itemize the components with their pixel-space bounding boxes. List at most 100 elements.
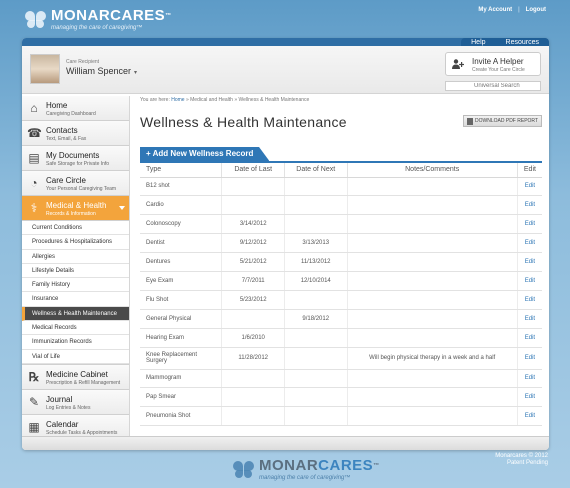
cell-notes (347, 233, 518, 254)
cell-date-of-next (284, 369, 348, 389)
edit-link[interactable]: Edit (517, 252, 542, 272)
subnav-item[interactable]: Immunization Records (22, 335, 129, 350)
sidebar-item-home[interactable]: ⌂ Home Caregiving Dashboard (22, 96, 129, 121)
cell-date-of-last: 7/7/2011 (221, 271, 285, 291)
subnav-item[interactable]: Family History (22, 278, 129, 293)
sidebar-item-care-circle[interactable]: ◔ Care Circle Your Personal Caregiving T… (22, 171, 129, 196)
journal-icon: ✎ (28, 394, 40, 409)
butterfly-logo-icon (24, 8, 48, 32)
breadcrumb-section-link[interactable]: Medical and Health (190, 97, 233, 103)
cell-date-of-last: 11/28/2012 (221, 347, 285, 370)
table-row: Hearing Exam 1/6/2010 Edit (140, 328, 542, 348)
subnav-item[interactable]: Insurance (22, 292, 129, 307)
my-account-link[interactable]: My Account (478, 7, 512, 13)
invite-helper-button[interactable]: Invite A Helper Create Your Care Circle (445, 52, 541, 76)
rx-icon: ℞ (28, 369, 40, 384)
column-header-date-of-next[interactable]: Date of Next (284, 162, 348, 178)
pdf-icon (467, 117, 474, 125)
subnav-item[interactable]: Procedures & Hospitalizations (22, 235, 129, 250)
edit-link[interactable]: Edit (517, 271, 542, 291)
cell-date-of-last (221, 369, 285, 389)
edit-link[interactable]: Edit (517, 406, 542, 427)
edit-link[interactable]: Edit (517, 369, 542, 389)
table-row: General Physical 9/18/2012 Edit (140, 309, 542, 329)
panel-footer (22, 436, 549, 450)
subnav-item[interactable]: Lifestyle Details (22, 264, 129, 279)
logout-link[interactable]: Logout (526, 7, 546, 13)
edit-link[interactable]: Edit (517, 347, 542, 370)
sidebar-item-label: Medicine Cabinet (46, 369, 108, 379)
cell-notes (347, 214, 518, 235)
cell-type: Pneumonia Shot (140, 406, 223, 427)
sidebar-item-medical-health[interactable]: ⚕ Medical & Health Records & Information (22, 196, 129, 221)
edit-link[interactable]: Edit (517, 309, 542, 329)
column-header-type[interactable]: Type (140, 162, 223, 178)
sidebar-item-contacts[interactable]: ☎ Contacts Text, Email, & Fax (22, 121, 129, 146)
cell-date-of-next (284, 195, 348, 216)
sidebar-item-medicine-cabinet[interactable]: ℞ Medicine Cabinet Prescription & Refill… (22, 364, 129, 390)
cell-notes (347, 369, 518, 389)
panel-top-bar: Help Resources (22, 38, 549, 47)
edit-link[interactable]: Edit (517, 195, 542, 216)
cell-date-of-next: 3/13/2013 (284, 233, 348, 254)
account-links: My Account | Logout (478, 7, 546, 13)
cell-notes (347, 309, 518, 329)
subnav-item[interactable]: Medical Records (22, 321, 129, 336)
column-header-notes[interactable]: Notes/Comments (347, 162, 518, 178)
cell-type: Eye Exam (140, 271, 223, 291)
subnav-item[interactable]: Allergies (22, 250, 129, 264)
care-recipient-selector[interactable]: William Spencer ▾ (66, 66, 137, 76)
cell-date-of-next (284, 290, 348, 310)
universal-search-input[interactable] (445, 81, 541, 91)
subnav-item-active[interactable]: Wellness & Health Maintenance (22, 306, 129, 322)
cell-date-of-last: 1/6/2010 (221, 328, 285, 348)
sidebar: ⌂ Home Caregiving Dashboard ☎ Contacts T… (22, 96, 130, 450)
cell-type: General Physical (140, 309, 223, 329)
main-panel: Help Resources Care Recipient William Sp… (22, 38, 549, 450)
cell-notes (347, 177, 518, 197)
sidebar-item-my-documents[interactable]: ▤ My Documents Safe Storage for Private … (22, 146, 129, 171)
cell-date-of-next: 11/13/2012 (284, 252, 348, 272)
table-row: Pneumonia Shot Edit (140, 406, 542, 427)
edit-link[interactable]: Edit (517, 387, 542, 408)
table-row: Dentist 9/12/2012 3/13/2013 Edit (140, 233, 542, 254)
cell-type: Knee Replacement Surgery (140, 347, 223, 370)
cell-date-of-next (284, 214, 348, 235)
cell-date-of-next (284, 177, 348, 197)
table-header-row: Type Date of Last Date of Next Notes/Com… (140, 162, 542, 178)
cell-date-of-next (284, 387, 348, 408)
cell-date-of-next: 12/10/2014 (284, 271, 348, 291)
caduceus-icon: ⚕ (30, 201, 38, 215)
table-row: Knee Replacement Surgery 11/28/2012 Will… (140, 347, 542, 370)
add-wellness-record-button[interactable]: + Add New Wellness Record (140, 147, 270, 161)
edit-link[interactable]: Edit (517, 328, 542, 348)
cell-date-of-last: 3/14/2012 (221, 214, 285, 235)
download-pdf-button[interactable]: DOWNLOAD PDF REPORT (463, 115, 542, 127)
medical-subnav: Current Conditions Procedures & Hospital… (22, 221, 129, 365)
edit-link[interactable]: Edit (517, 233, 542, 254)
avatar (30, 54, 60, 84)
sidebar-item-label: Journal (46, 394, 73, 404)
cell-date-of-next: 9/18/2012 (284, 309, 348, 329)
subnav-item[interactable]: Vial of Life (22, 350, 129, 364)
edit-link[interactable]: Edit (517, 290, 542, 310)
cell-date-of-last (221, 195, 285, 216)
breadcrumb-home-link[interactable]: Home (171, 97, 184, 103)
edit-link[interactable]: Edit (517, 177, 542, 197)
logo[interactable]: MONARCARES™ managing the care of caregiv… (24, 6, 172, 34)
logo-tagline: managing the care of caregiving™ (259, 475, 351, 481)
table-row: Colonoscopy 3/14/2012 Edit (140, 214, 542, 235)
cell-notes (347, 387, 518, 408)
cell-date-of-last (221, 387, 285, 408)
column-header-date-of-last[interactable]: Date of Last (221, 162, 285, 178)
sidebar-item-subtitle: Your Personal Caregiving Team (46, 186, 117, 192)
cell-date-of-last (221, 177, 285, 197)
column-header-edit: Edit (517, 162, 542, 178)
chevron-down-icon: ▾ (134, 70, 138, 76)
edit-link[interactable]: Edit (517, 214, 542, 235)
cell-type: Cardio (140, 195, 223, 216)
sidebar-item-journal[interactable]: ✎ Journal Log Entries & Notes (22, 389, 129, 415)
cell-date-of-next (284, 347, 348, 370)
cell-date-of-last (221, 406, 285, 427)
subnav-item[interactable]: Current Conditions (22, 221, 129, 236)
